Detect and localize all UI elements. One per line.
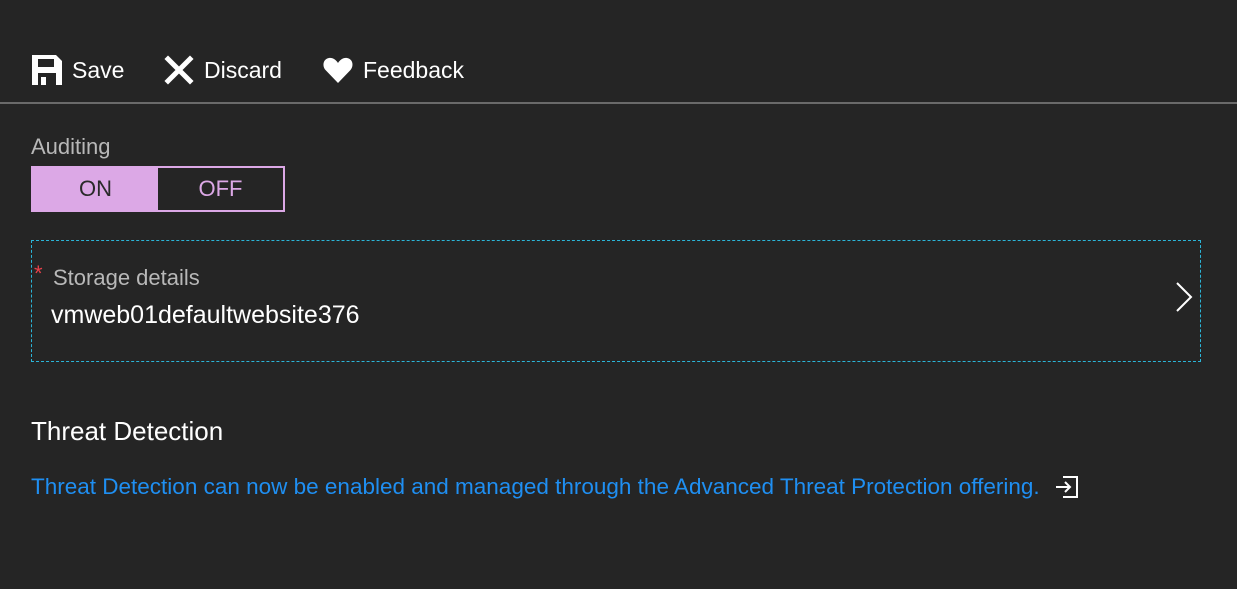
storage-details-label: Storage details (53, 265, 200, 290)
close-icon (162, 53, 196, 87)
auditing-label: Auditing (31, 134, 111, 159)
auditing-settings-blade: Save Discard Feedback Auditing ON OFF * … (0, 0, 1237, 589)
threat-detection-heading: Threat Detection (31, 416, 224, 446)
discard-label: Discard (204, 56, 282, 83)
heart-icon (321, 53, 355, 87)
auditing-off-option[interactable]: OFF (158, 168, 283, 210)
feedback-button[interactable]: Feedback (321, 52, 464, 88)
threat-detection-link[interactable]: Threat Detection can now be enabled and … (31, 472, 1082, 502)
storage-details-selector[interactable]: * Storage details vmweb01defaultwebsite3… (31, 240, 1201, 362)
feedback-label: Feedback (363, 56, 465, 83)
save-button[interactable]: Save (30, 52, 124, 88)
command-bar: Save Discard Feedback (0, 0, 1237, 104)
save-icon (30, 53, 64, 87)
auditing-toggle[interactable]: ON OFF (31, 166, 285, 212)
open-external-icon (1052, 472, 1082, 502)
storage-account-value: vmweb01defaultwebsite376 (51, 301, 360, 329)
discard-button[interactable]: Discard (162, 52, 282, 88)
threat-detection-link-text[interactable]: Threat Detection can now be enabled and … (31, 474, 1040, 500)
chevron-right-icon (1172, 279, 1196, 315)
auditing-on-option[interactable]: ON (33, 168, 158, 210)
save-label: Save (72, 56, 125, 83)
required-marker: * (34, 261, 43, 286)
